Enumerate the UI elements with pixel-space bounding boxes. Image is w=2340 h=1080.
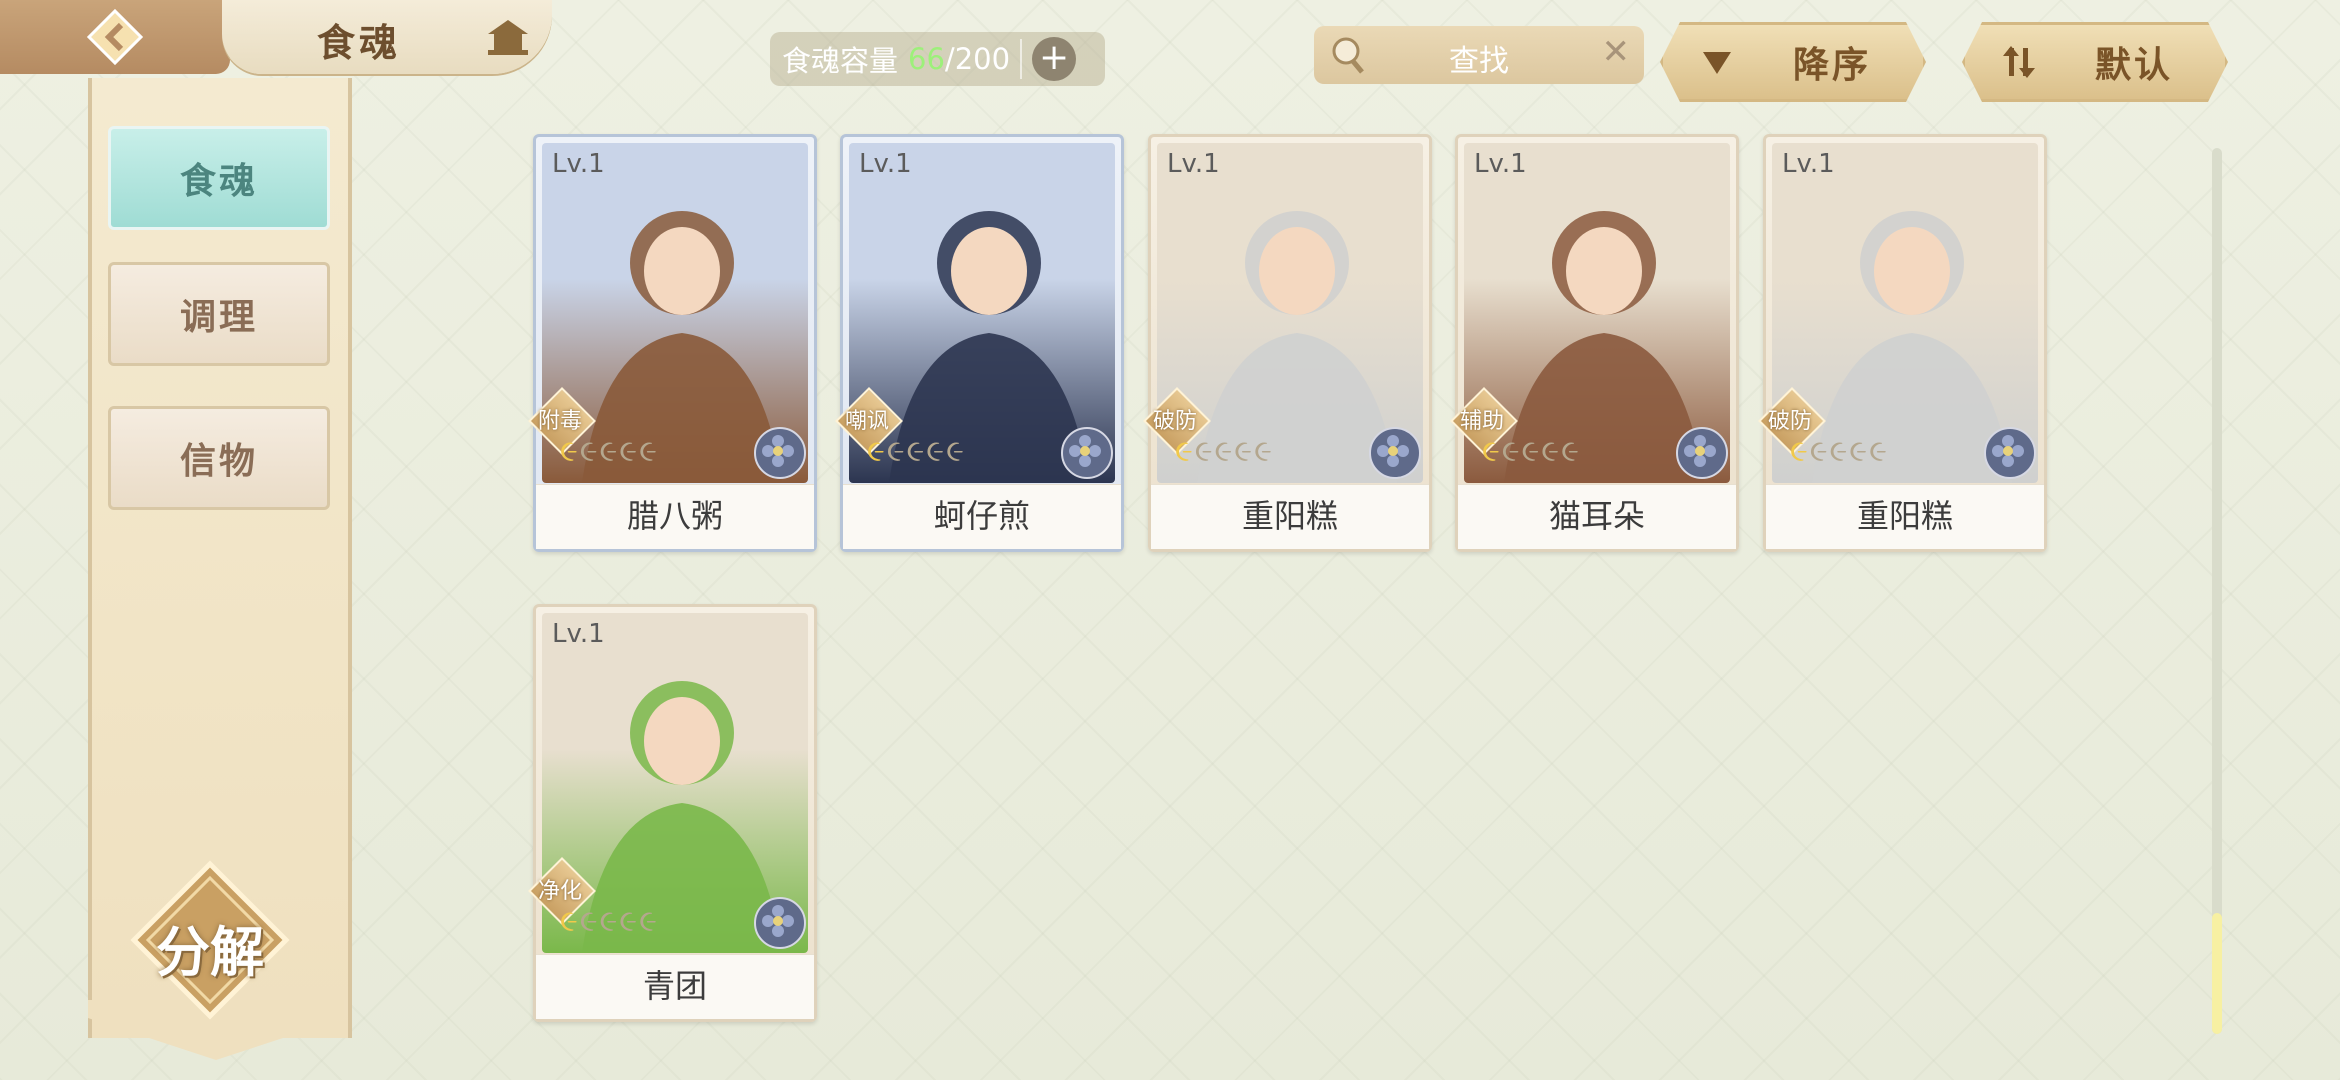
star-empty-icon: ૯ [1869, 434, 1887, 469]
sidebar-tab-keepsake[interactable]: 信物 [108, 406, 330, 510]
star-rating: ૯૯૯૯૯ [560, 907, 657, 937]
element-flower-icon [754, 897, 806, 949]
star-empty-icon: ૯ [599, 434, 618, 469]
food-soul-card[interactable]: Lv.1 破防 ૯૯૯૯૯ 重阳糕 [1758, 134, 2047, 552]
scrollbar[interactable] [2212, 148, 2222, 1034]
card-level: Lv.1 [1167, 149, 1220, 179]
add-capacity-button[interactable]: + [1032, 37, 1077, 81]
capacity-label: 食魂容量 [782, 44, 899, 78]
star-rating: ૯૯૯૯૯ [1482, 437, 1579, 467]
star-rating: ૯૯૯૯૯ [560, 437, 657, 467]
sort-default-label: 默认 [2095, 45, 2174, 86]
element-flower-icon [1369, 427, 1421, 479]
star-rating: ૯૯૯૯૯ [1790, 437, 1887, 467]
sidebar-tab-food-soul[interactable]: 食魂 [108, 126, 330, 230]
capacity-display: 食魂容量 66 / 200 + [770, 32, 1105, 86]
role-label: 嘲讽 [844, 409, 889, 434]
food-soul-card[interactable]: Lv.1 辅助 ૯૯૯૯૯ 猫耳朵 [1450, 134, 1739, 552]
star-empty-icon: ૯ [926, 434, 945, 469]
star-empty-icon: ૯ [1829, 434, 1848, 469]
star-lit-icon: ૯ [1482, 434, 1500, 469]
capacity-current: 66 [908, 42, 945, 76]
star-empty-icon: ૯ [886, 434, 905, 469]
scroll-thumb[interactable] [2212, 913, 2222, 1034]
capacity-separator: / [944, 42, 955, 76]
star-empty-icon: ૯ [1501, 434, 1520, 469]
star-empty-icon: ૯ [946, 434, 964, 469]
star-empty-icon: ૯ [639, 434, 657, 469]
title-tab: 食魂 [222, 0, 552, 74]
star-empty-icon: ૯ [1541, 434, 1560, 469]
star-rating: ૯૯૯૯૯ [867, 437, 964, 467]
food-soul-card[interactable]: Lv.1 附毒 ૯૯૯૯૯ 腊八粥 [528, 134, 817, 552]
card-name: 青团 [536, 954, 814, 1019]
star-empty-icon: ૯ [619, 434, 638, 469]
card-level: Lv.1 [1782, 149, 1835, 179]
element-flower-icon [1061, 427, 1113, 479]
sort-arrows-icon [1999, 42, 2039, 82]
search-label: 查找 [1449, 44, 1509, 79]
card-name: 腊八粥 [536, 484, 814, 549]
card-level: Lv.1 [552, 619, 605, 649]
role-label: 辅助 [1459, 409, 1504, 434]
sort-descending-button[interactable]: 降序 [1660, 22, 1926, 102]
card-level: Lv.1 [1474, 149, 1527, 179]
sort-descending-label: 降序 [1793, 45, 1872, 86]
role-label: 净化 [537, 879, 582, 904]
star-empty-icon: ૯ [599, 904, 618, 939]
star-empty-icon: ૯ [1849, 434, 1868, 469]
sort-default-button[interactable]: 默认 [1962, 22, 2228, 102]
star-lit-icon: ૯ [560, 904, 578, 939]
star-empty-icon: ૯ [579, 904, 598, 939]
star-empty-icon: ૯ [1214, 434, 1233, 469]
role-label: 附毒 [537, 409, 582, 434]
card-name: 重阳糕 [1151, 484, 1429, 549]
role-label: 破防 [1767, 409, 1812, 434]
top-bar: 食魂 食魂容量 66 / 200 + 查找 ✕ 降序 默认 [0, 0, 2340, 80]
search-box[interactable]: 查找 ✕ [1314, 26, 1644, 84]
capacity-max: 200 [954, 42, 1011, 76]
back-button[interactable] [0, 0, 230, 74]
star-empty-icon: ૯ [579, 434, 598, 469]
star-empty-icon: ૯ [906, 434, 925, 469]
card-name: 猫耳朵 [1458, 484, 1736, 549]
element-flower-icon [1676, 427, 1728, 479]
star-lit-icon: ૯ [1790, 434, 1808, 469]
element-flower-icon [1984, 427, 2036, 479]
food-soul-card[interactable]: Lv.1 破防 ૯૯૯૯૯ 重阳糕 [1143, 134, 1432, 552]
card-level: Lv.1 [552, 149, 605, 179]
star-empty-icon: ૯ [1521, 434, 1540, 469]
card-name: 重阳糕 [1766, 484, 2044, 549]
food-soul-card[interactable]: Lv.1 净化 ૯૯૯૯૯ 青团 [528, 604, 817, 1022]
food-soul-card[interactable]: Lv.1 嘲讽 ૯૯૯૯૯ 蚵仔煎 [835, 134, 1124, 552]
star-rating: ૯૯૯૯૯ [1175, 437, 1272, 467]
page-title: 食魂 [317, 21, 402, 65]
triangle-down-icon [1697, 42, 1737, 82]
star-empty-icon: ૯ [639, 904, 657, 939]
star-lit-icon: ૯ [1175, 434, 1193, 469]
clear-search-icon[interactable]: ✕ [1602, 32, 1631, 72]
search-icon [1332, 37, 1364, 74]
star-empty-icon: ૯ [1809, 434, 1828, 469]
star-lit-icon: ૯ [560, 434, 578, 469]
star-empty-icon: ૯ [1234, 434, 1253, 469]
star-empty-icon: ૯ [619, 904, 638, 939]
star-empty-icon: ૯ [1254, 434, 1272, 469]
star-empty-icon: ૯ [1194, 434, 1213, 469]
pavilion-icon [488, 20, 528, 55]
sidebar-tab-conditioning[interactable]: 调理 [108, 262, 330, 366]
star-empty-icon: ૯ [1561, 434, 1579, 469]
back-arrow-icon [86, 8, 144, 66]
role-label: 破防 [1152, 409, 1197, 434]
decompose-button[interactable]: 分解 [130, 860, 290, 1020]
decompose-label: 分解 [156, 921, 264, 984]
card-name: 蚵仔煎 [843, 484, 1121, 549]
capacity-divider [1020, 39, 1023, 79]
star-lit-icon: ૯ [867, 434, 885, 469]
element-flower-icon [754, 427, 806, 479]
card-level: Lv.1 [859, 149, 912, 179]
